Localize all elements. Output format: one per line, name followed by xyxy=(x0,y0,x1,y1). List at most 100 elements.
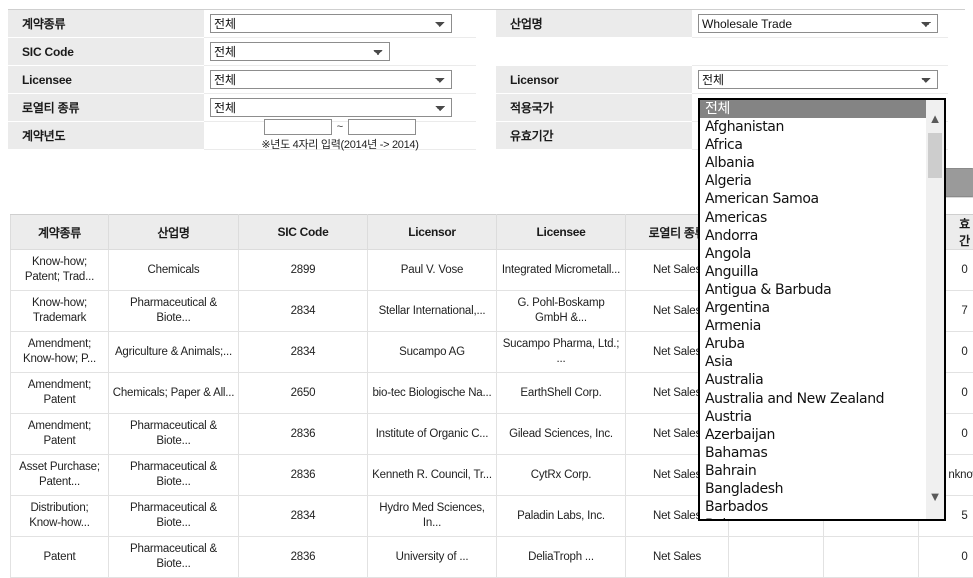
table-cell: EarthShell Corp. xyxy=(497,373,626,414)
label-licensee: Licensee xyxy=(8,66,204,94)
table-cell: Sucampo AG xyxy=(368,332,497,373)
industry-select[interactable]: Wholesale Trade xyxy=(698,14,938,33)
country-option[interactable]: Afghanistan xyxy=(700,118,926,136)
form-column-gap xyxy=(476,94,496,122)
contract-type-select[interactable]: 전체 xyxy=(210,14,452,33)
column-header-contract-type[interactable]: 계약종류 xyxy=(11,215,109,250)
table-cell: Agriculture & Animals;... xyxy=(109,332,239,373)
form-spacer-label xyxy=(496,38,692,66)
table-cell: Amendment; Know-how; P... xyxy=(11,332,109,373)
table-cell: Chemicals xyxy=(109,250,239,291)
country-option[interactable]: Australia xyxy=(700,371,926,389)
table-cell: Pharmaceutical & Biote... xyxy=(109,414,239,455)
column-header-sic-code[interactable]: SIC Code xyxy=(239,215,368,250)
table-row[interactable]: PatentPharmaceutical & Biote...2836Unive… xyxy=(11,537,973,578)
licensor-select[interactable]: 전체 xyxy=(698,70,938,89)
contract-year-range: ~ xyxy=(264,119,416,135)
label-licensor: Licensor xyxy=(496,66,692,94)
country-option[interactable]: Bangladesh xyxy=(700,480,926,498)
country-option[interactable]: Azerbaijan xyxy=(700,426,926,444)
table-cell: Kenneth R. Council, Tr... xyxy=(368,455,497,496)
country-option[interactable]: Aruba xyxy=(700,335,926,353)
table-cell: Institute of Organic C... xyxy=(368,414,497,455)
chevron-down-icon[interactable]: ▼ xyxy=(926,488,944,505)
table-cell: Hydro Med Sciences, In... xyxy=(368,496,497,537)
field-industry: Wholesale Trade xyxy=(692,10,948,38)
table-cell xyxy=(729,537,824,578)
table-cell: 2836 xyxy=(239,455,368,496)
sic-code-select[interactable]: 전체 xyxy=(210,42,390,61)
table-cell: Distribution; Know-how... xyxy=(11,496,109,537)
column-header-industry[interactable]: 산업명 xyxy=(109,215,239,250)
table-cell: Amendment; Patent xyxy=(11,414,109,455)
country-option[interactable]: Andorra xyxy=(700,227,926,245)
country-option[interactable]: Americas xyxy=(700,209,926,227)
field-licensee: 전체 xyxy=(204,66,476,94)
table-cell: 2834 xyxy=(239,496,368,537)
country-option[interactable]: Belarus xyxy=(700,516,926,519)
label-industry: 산업명 xyxy=(496,10,692,38)
table-cell: 2650 xyxy=(239,373,368,414)
country-option[interactable]: 전체 xyxy=(700,100,926,118)
table-cell: Know-how; Trademark xyxy=(11,291,109,332)
country-option[interactable]: Australia and New Zealand xyxy=(700,390,926,408)
form-spacer-field xyxy=(692,38,948,66)
country-option[interactable]: Bahamas xyxy=(700,444,926,462)
table-cell: Pharmaceutical & Biote... xyxy=(109,455,239,496)
country-option-list[interactable]: 전체AfghanistanAfricaAlbaniaAlgeriaAmerica… xyxy=(700,100,926,519)
table-cell xyxy=(824,537,919,578)
table-cell: bio-tec Biologische Na... xyxy=(368,373,497,414)
table-cell: 2834 xyxy=(239,332,368,373)
contract-year-to-input[interactable] xyxy=(348,119,416,135)
country-option[interactable]: Algeria xyxy=(700,172,926,190)
country-option[interactable]: Argentina xyxy=(700,299,926,317)
table-cell: Integrated Micrometall... xyxy=(497,250,626,291)
table-cell: University of ... xyxy=(368,537,497,578)
scrollbar-thumb[interactable] xyxy=(928,133,942,178)
contract-year-from-input[interactable] xyxy=(264,119,332,135)
label-country: 적용국가 xyxy=(496,94,692,122)
table-cell: 2899 xyxy=(239,250,368,291)
country-option[interactable]: Anguilla xyxy=(700,263,926,281)
licensee-select[interactable]: 전체 xyxy=(210,70,452,89)
table-cell: Pharmaceutical & Biote... xyxy=(109,537,239,578)
country-option[interactable]: American Samoa xyxy=(700,190,926,208)
country-option[interactable]: Asia xyxy=(700,353,926,371)
chevron-up-icon[interactable]: ▲ xyxy=(926,110,944,127)
table-cell: 2834 xyxy=(239,291,368,332)
table-cell: Stellar International,... xyxy=(368,291,497,332)
field-contract-type: 전체 xyxy=(204,10,476,38)
country-option[interactable]: Africa xyxy=(700,136,926,154)
country-option[interactable]: Angola xyxy=(700,245,926,263)
country-option[interactable]: Antigua & Barbuda xyxy=(700,281,926,299)
column-header-licensor[interactable]: Licensor xyxy=(368,215,497,250)
royalty-type-select[interactable]: 전체 xyxy=(210,98,452,117)
form-column-gap xyxy=(476,38,496,66)
table-cell: 2836 xyxy=(239,414,368,455)
table-cell: CytRx Corp. xyxy=(497,455,626,496)
country-dropdown-listbox[interactable]: 전체AfghanistanAfricaAlbaniaAlgeriaAmerica… xyxy=(698,98,946,521)
table-cell: Gilead Sciences, Inc. xyxy=(497,414,626,455)
dropdown-scrollbar[interactable]: ▲ ▼ xyxy=(926,100,944,519)
table-cell: DeliaTroph ... xyxy=(497,537,626,578)
table-cell: G. Pohl-Boskamp GmbH &... xyxy=(497,291,626,332)
country-option[interactable]: Armenia xyxy=(700,317,926,335)
table-cell: 0 xyxy=(919,537,973,578)
table-cell: 2836 xyxy=(239,537,368,578)
country-option[interactable]: Austria xyxy=(700,408,926,426)
table-cell: Pharmaceutical & Biote... xyxy=(109,291,239,332)
country-option[interactable]: Barbados xyxy=(700,498,926,516)
table-cell: Patent xyxy=(11,537,109,578)
table-cell: Paul V. Vose xyxy=(368,250,497,291)
country-option[interactable]: Bahrain xyxy=(700,462,926,480)
table-cell: Asset Purchase; Patent... xyxy=(11,455,109,496)
range-separator: ~ xyxy=(337,121,343,133)
country-option[interactable]: Albania xyxy=(700,154,926,172)
label-sic-code: SIC Code xyxy=(8,38,204,66)
label-contract-year: 계약년도 xyxy=(8,122,204,150)
contract-year-note: ※년도 4자리 입력(2014년 -> 2014) xyxy=(261,136,418,152)
field-royalty-type: 전체 xyxy=(204,94,476,122)
field-contract-year: ~ ※년도 4자리 입력(2014년 -> 2014) xyxy=(204,122,476,150)
column-header-licensee[interactable]: Licensee xyxy=(497,215,626,250)
table-cell: Sucampo Pharma, Ltd.; ... xyxy=(497,332,626,373)
